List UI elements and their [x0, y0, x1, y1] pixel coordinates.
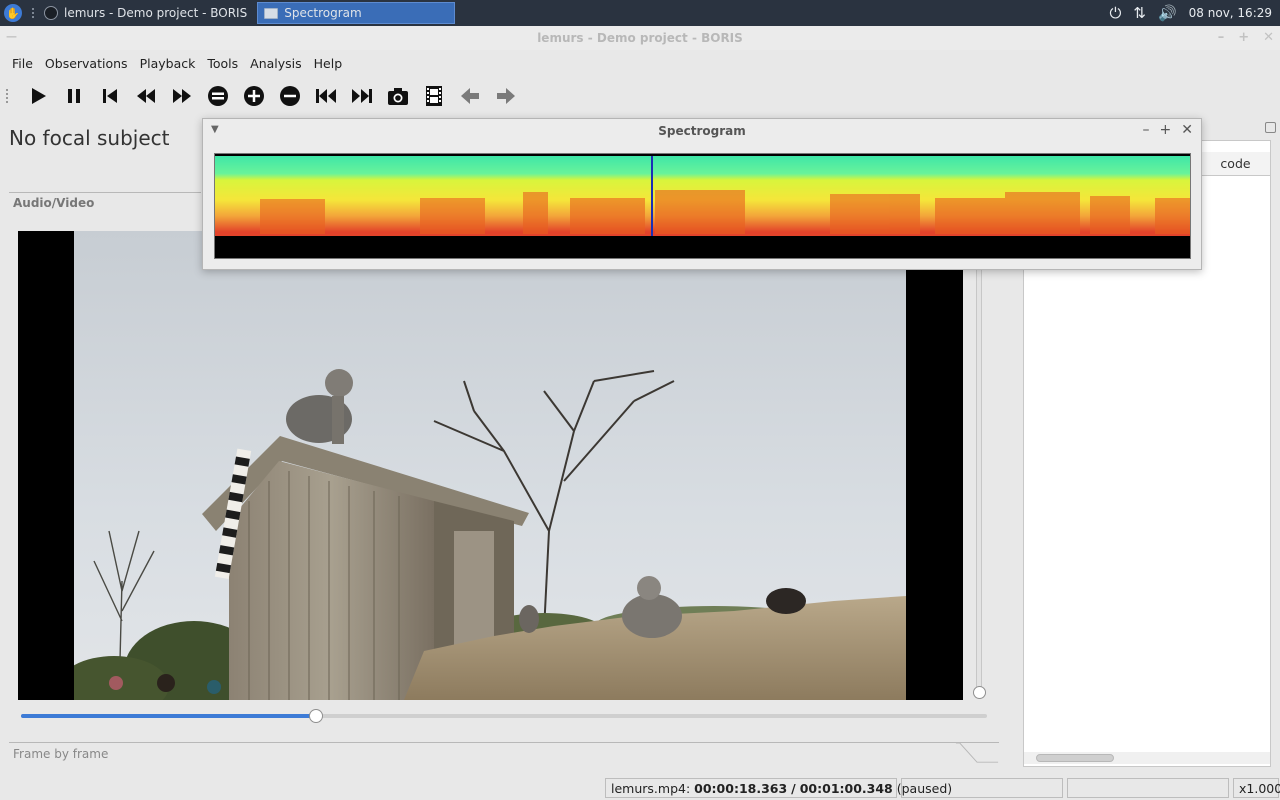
- video-player[interactable]: [18, 231, 963, 700]
- frame-by-frame-label: Frame by frame: [13, 747, 109, 761]
- spectrogram-cursor: [651, 156, 653, 236]
- current-time: 00:00:18.363: [694, 780, 788, 796]
- minimize-icon[interactable]: –: [1143, 122, 1150, 138]
- next-media-icon: [352, 89, 372, 103]
- skip-to-start-icon: [103, 89, 117, 103]
- maximize-icon[interactable]: +: [1238, 30, 1249, 45]
- fast-forward-icon: [173, 89, 191, 103]
- status-field: [901, 778, 1063, 798]
- power-plug-icon[interactable]: ⏻: [1110, 4, 1122, 22]
- video-frame-image: [74, 231, 906, 700]
- volume-slider-handle[interactable]: [973, 686, 986, 699]
- window-title: lemurs - Demo project - BORIS: [537, 31, 743, 45]
- pause-button[interactable]: [56, 80, 92, 112]
- play-icon: [32, 88, 46, 104]
- minus-button[interactable]: [272, 80, 308, 112]
- menu-observations[interactable]: Observations: [39, 56, 134, 71]
- slower-button[interactable]: [200, 80, 236, 112]
- scrollbar-thumb[interactable]: [1036, 754, 1114, 762]
- task-label: Spectrogram: [284, 6, 362, 20]
- previous-frame-button[interactable]: [452, 80, 488, 112]
- statusbar: lemurs.mp4: 00:00:18.363 / 00:01:00.348 …: [0, 776, 1280, 800]
- divider: [9, 192, 201, 193]
- rewind-icon: [137, 89, 155, 103]
- camera-icon: [388, 88, 408, 105]
- film-strip-icon: [426, 86, 442, 106]
- equal-circle-icon: [208, 86, 228, 106]
- arrow-left-icon: [461, 88, 479, 104]
- playback-rate: x1.000: [1233, 778, 1280, 798]
- menubar: File Observations Playback Tools Analysi…: [0, 50, 1280, 76]
- close-icon[interactable]: ✕: [1181, 122, 1193, 138]
- media-status: lemurs.mp4: 00:00:18.363 / 00:01:00.348 …: [605, 778, 952, 798]
- spectrogram-image: [215, 156, 1190, 258]
- total-time: 00:01:00.348: [799, 780, 893, 796]
- window-icon: [264, 7, 279, 19]
- frame-by-frame-tab: [955, 742, 999, 763]
- boris-eye-icon: [44, 6, 58, 20]
- minus-circle-icon: [280, 86, 300, 106]
- video-position-handle[interactable]: [308, 709, 323, 723]
- volume-icon[interactable]: 🔊: [1158, 4, 1177, 22]
- task-label: lemurs - Demo project - BORIS: [64, 6, 248, 20]
- frame-by-frame-button[interactable]: [416, 80, 452, 112]
- faster-button[interactable]: [236, 80, 272, 112]
- reset-button[interactable]: [92, 80, 128, 112]
- close-icon[interactable]: ✕: [1263, 30, 1274, 45]
- window-menu-icon[interactable]: —: [6, 30, 17, 43]
- system-taskbar: ✋ lemurs - Demo project - BORIS Spectrog…: [0, 0, 1280, 26]
- menu-analysis[interactable]: Analysis: [244, 56, 308, 71]
- audio-video-label: Audio/Video: [13, 196, 95, 210]
- playback-toolbar: [0, 78, 1280, 114]
- volume-slider-track[interactable]: [976, 232, 982, 698]
- clock[interactable]: 08 nov, 16:29: [1189, 6, 1272, 20]
- video-position-fill: [21, 714, 316, 718]
- window-titlebar: — lemurs - Demo project - BORIS – + ✕: [0, 26, 1280, 50]
- network-icon[interactable]: ⇅: [1133, 4, 1146, 22]
- plus-circle-icon: [244, 86, 264, 106]
- next-media-button[interactable]: [344, 80, 380, 112]
- minimize-icon[interactable]: –: [1218, 30, 1225, 45]
- video-frame: [74, 231, 906, 700]
- previous-media-icon: [316, 89, 336, 103]
- time-separator: /: [791, 780, 796, 796]
- toolbar-grip[interactable]: [6, 89, 12, 103]
- next-frame-button[interactable]: [488, 80, 524, 112]
- focal-subject-label: No focal subject: [9, 126, 170, 150]
- media-file-name: lemurs.mp4:: [611, 780, 691, 796]
- snapshot-button[interactable]: [380, 80, 416, 112]
- task-spectrogram-window[interactable]: Spectrogram: [257, 2, 456, 24]
- column-header-code[interactable]: code: [1200, 152, 1270, 176]
- divider: [9, 742, 959, 743]
- rewind-button[interactable]: [128, 80, 164, 112]
- window-menu-icon[interactable]: ▼: [211, 124, 219, 135]
- maximize-icon[interactable]: +: [1160, 122, 1172, 138]
- undock-icon[interactable]: [1265, 122, 1276, 133]
- pause-icon: [68, 89, 80, 103]
- video-position-slider[interactable]: [21, 714, 987, 718]
- spectrogram-plot[interactable]: [214, 153, 1191, 259]
- arrow-right-icon: [497, 88, 515, 104]
- menu-playback[interactable]: Playback: [134, 56, 202, 71]
- status-field: [1067, 778, 1229, 798]
- start-menu-button[interactable]: ✋: [0, 0, 26, 26]
- menu-help[interactable]: Help: [308, 56, 349, 71]
- spectrogram-window[interactable]: Spectrogram ▼ – + ✕: [202, 118, 1202, 270]
- spectrogram-title: Spectrogram: [658, 124, 746, 138]
- menu-tools[interactable]: Tools: [201, 56, 244, 71]
- menu-file[interactable]: File: [6, 56, 39, 71]
- mouse-logo-icon: ✋: [4, 4, 22, 22]
- play-button[interactable]: [20, 80, 56, 112]
- task-boris-window[interactable]: lemurs - Demo project - BORIS: [38, 2, 253, 24]
- previous-media-button[interactable]: [308, 80, 344, 112]
- fast-forward-button[interactable]: [164, 80, 200, 112]
